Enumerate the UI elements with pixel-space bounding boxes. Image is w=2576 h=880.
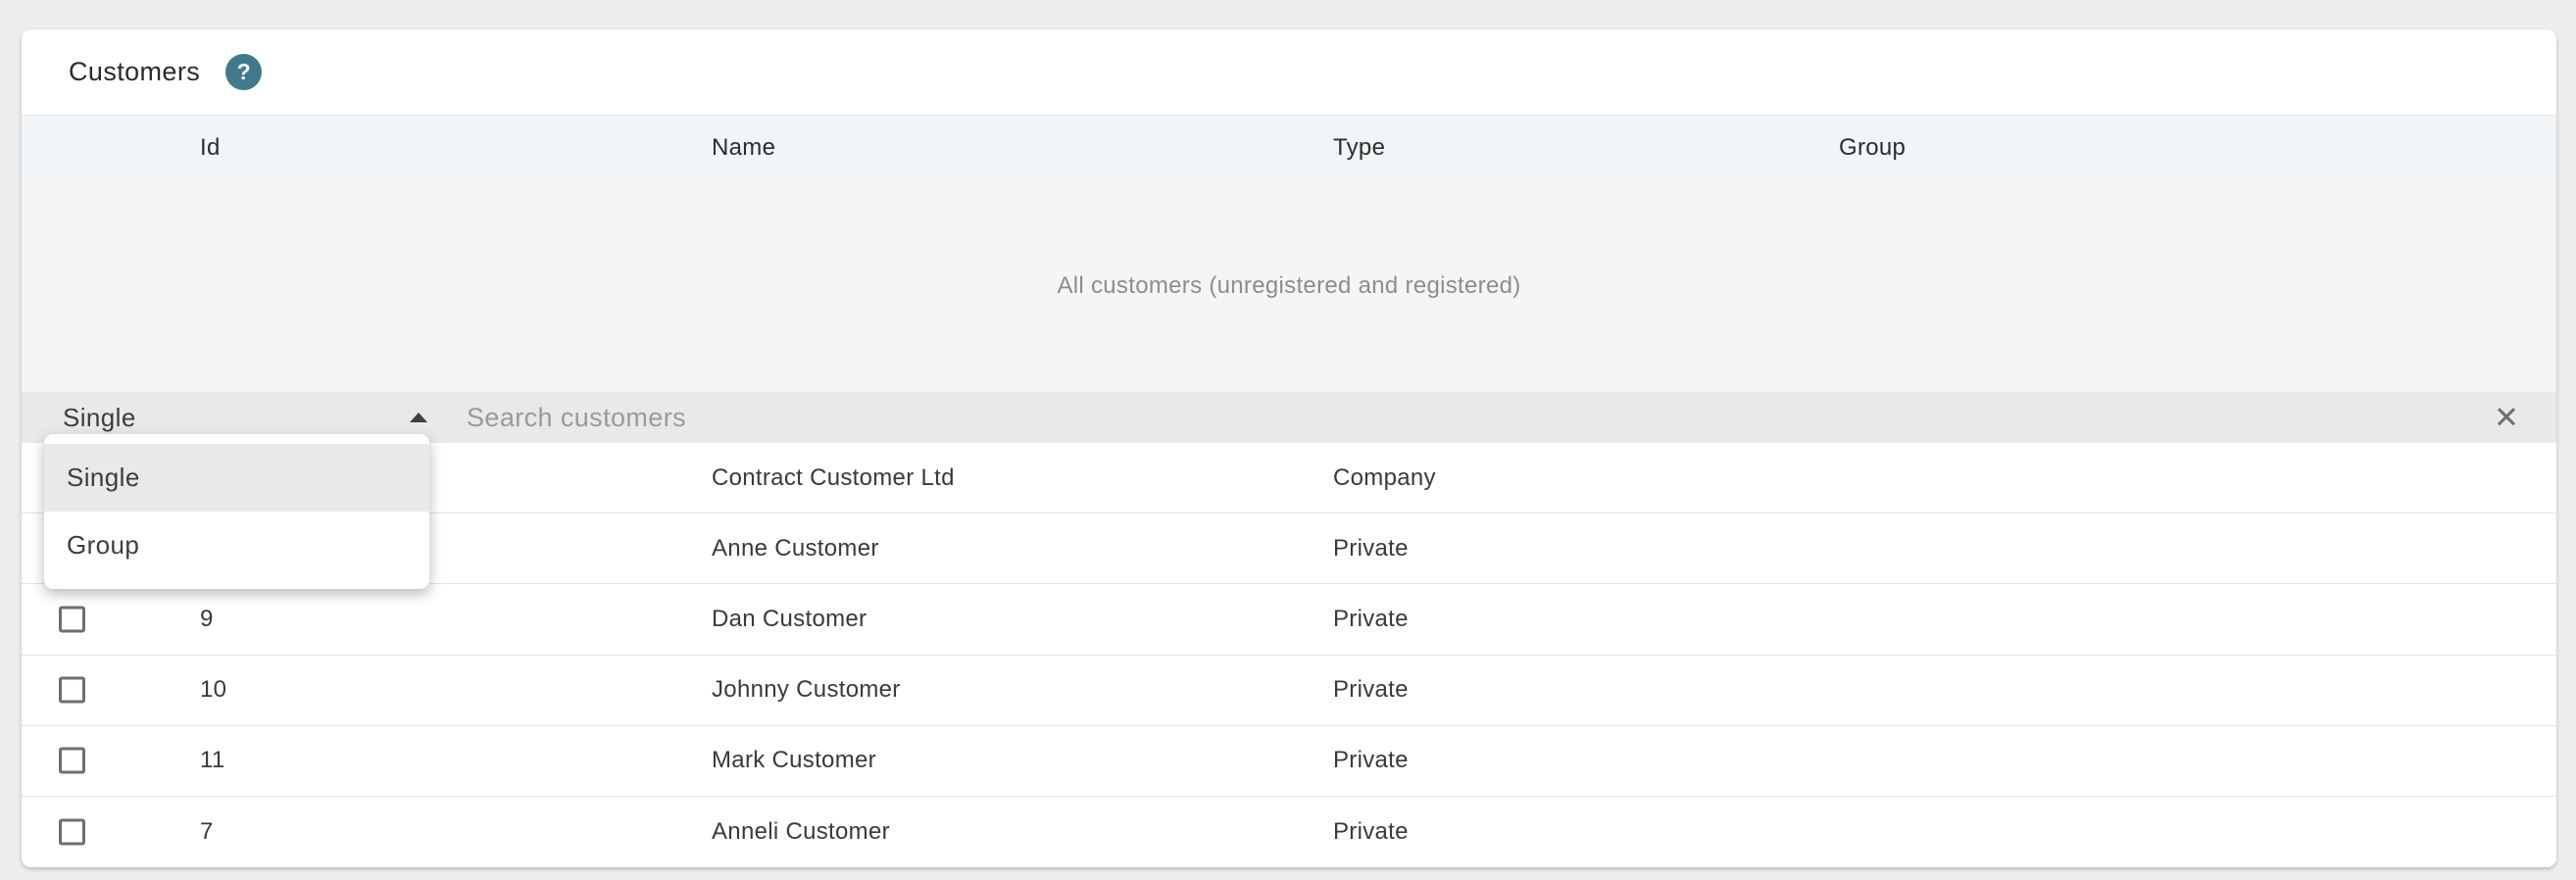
column-header-name: Name <box>712 133 776 161</box>
customers-panel: Customers ? Id Name Type Group All custo… <box>22 29 2556 868</box>
cell-type: Private <box>1333 676 1409 704</box>
column-header-id: Id <box>200 133 221 161</box>
cell-name: Anneli Customer <box>712 818 890 846</box>
table-row[interactable]: 9 Dan Customer Private <box>22 584 2556 656</box>
cell-name: Contract Customer Ltd <box>712 464 955 491</box>
dropdown-option[interactable]: Group <box>44 512 429 579</box>
clear-icon[interactable]: ✕ <box>2494 403 2519 433</box>
panel-header: Customers ? <box>22 29 2556 115</box>
cell-id: 11 <box>200 747 225 774</box>
row-checkbox[interactable] <box>59 747 85 774</box>
page-title: Customers <box>69 57 201 86</box>
cell-type: Private <box>1333 534 1409 562</box>
cell-id: 7 <box>200 818 214 846</box>
dropdown-option-label: Group <box>67 530 140 560</box>
type-select-value: Single <box>63 402 136 432</box>
table-row[interactable]: 7 Anneli Customer Private <box>22 796 2556 868</box>
dropdown-option[interactable]: Single <box>44 444 429 512</box>
type-select-dropdown: Single Group <box>44 434 429 589</box>
search-input[interactable] <box>467 392 2407 443</box>
cell-id: 9 <box>200 605 214 632</box>
table-header-row: Id Name Type Group <box>22 115 2556 179</box>
cell-id: 10 <box>200 676 227 704</box>
dropdown-option-label: Single <box>67 463 140 492</box>
empty-state-note: All customers (unregistered and register… <box>1057 271 1521 299</box>
cell-name: Dan Customer <box>712 605 867 632</box>
row-checkbox[interactable] <box>59 676 85 704</box>
empty-state-area: All customers (unregistered and register… <box>22 179 2556 392</box>
column-header-type: Type <box>1333 133 1386 161</box>
cell-type: Company <box>1333 464 1436 491</box>
cell-type: Private <box>1333 605 1409 632</box>
cell-type: Private <box>1333 818 1409 846</box>
cell-type: Private <box>1333 747 1409 774</box>
table-row[interactable]: 10 Johnny Customer Private <box>22 655 2556 726</box>
chevron-up-icon <box>410 413 427 422</box>
help-icon[interactable]: ? <box>225 54 263 90</box>
cell-name: Mark Customer <box>712 747 876 774</box>
table-row[interactable]: 11 Mark Customer Private <box>22 725 2556 797</box>
cell-name: Anne Customer <box>712 534 879 562</box>
column-header-group: Group <box>1839 133 1907 161</box>
cell-name: Johnny Customer <box>712 676 901 704</box>
row-checkbox[interactable] <box>59 606 85 633</box>
row-checkbox[interactable] <box>59 818 85 846</box>
